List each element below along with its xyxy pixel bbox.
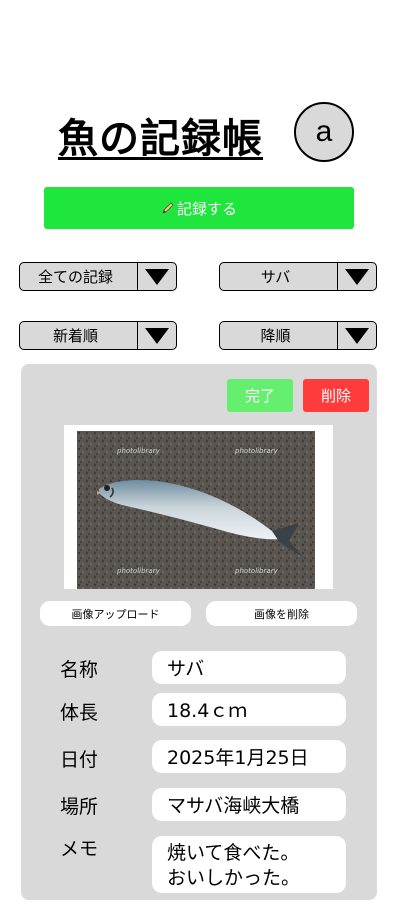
species-value: サバ [260,268,291,286]
dropdown-arrow-icon [137,263,176,290]
image-watermark: photolibrary [234,567,279,575]
record-button-label: 記録する [176,199,237,218]
date-field[interactable]: 2025年1月25日 [152,740,346,773]
user-avatar[interactable]: a [294,102,354,162]
length-label: 体長 [60,702,99,724]
record-button[interactable]: 記録する [44,187,354,229]
sort-by-dropdown[interactable]: 新着順 [19,321,177,350]
mackerel-photo-image: photolibrary photolibrary photolibrary p… [77,431,315,589]
order-dropdown[interactable]: 降順 [219,321,377,350]
image-watermark: photolibrary [116,447,161,455]
record-scope-value: 全ての記録 [37,268,113,286]
species-dropdown[interactable]: サバ [219,262,377,291]
done-button[interactable]: 完了 [227,379,293,412]
record-scope-dropdown[interactable]: 全ての記録 [19,262,177,291]
length-field[interactable]: 18.4ｃｍ [152,693,346,726]
avatar-letter: a [315,115,333,148]
order-value: 降順 [260,327,291,345]
dropdown-arrow-icon [137,322,176,349]
remove-image-button[interactable]: 画像を削除 [206,601,357,626]
place-label: 場所 [60,796,99,818]
image-watermark: photolibrary [116,567,161,575]
dropdown-arrow-icon [337,322,376,349]
memo-field[interactable]: 焼いて食べた。 おいしかった。 [152,836,346,893]
place-field[interactable]: マサバ海峡大橋 [152,788,346,821]
pencil-icon [162,202,174,214]
image-watermark: photolibrary [234,447,279,455]
upload-image-button[interactable]: 画像アップロード [40,601,191,626]
record-card: 完了 削除 photolibrary photolibrary photolib… [21,364,377,900]
sort-by-value: 新着順 [52,327,98,345]
delete-button[interactable]: 削除 [303,379,369,412]
fish-photo: photolibrary photolibrary photolibrary p… [64,425,333,589]
dropdown-arrow-icon [337,263,376,290]
name-field[interactable]: サバ [152,651,346,684]
date-label: 日付 [60,749,99,771]
name-label: 名称 [60,659,99,681]
page-title: 魚の記録帳 [58,116,263,162]
memo-label: メモ [60,838,99,860]
